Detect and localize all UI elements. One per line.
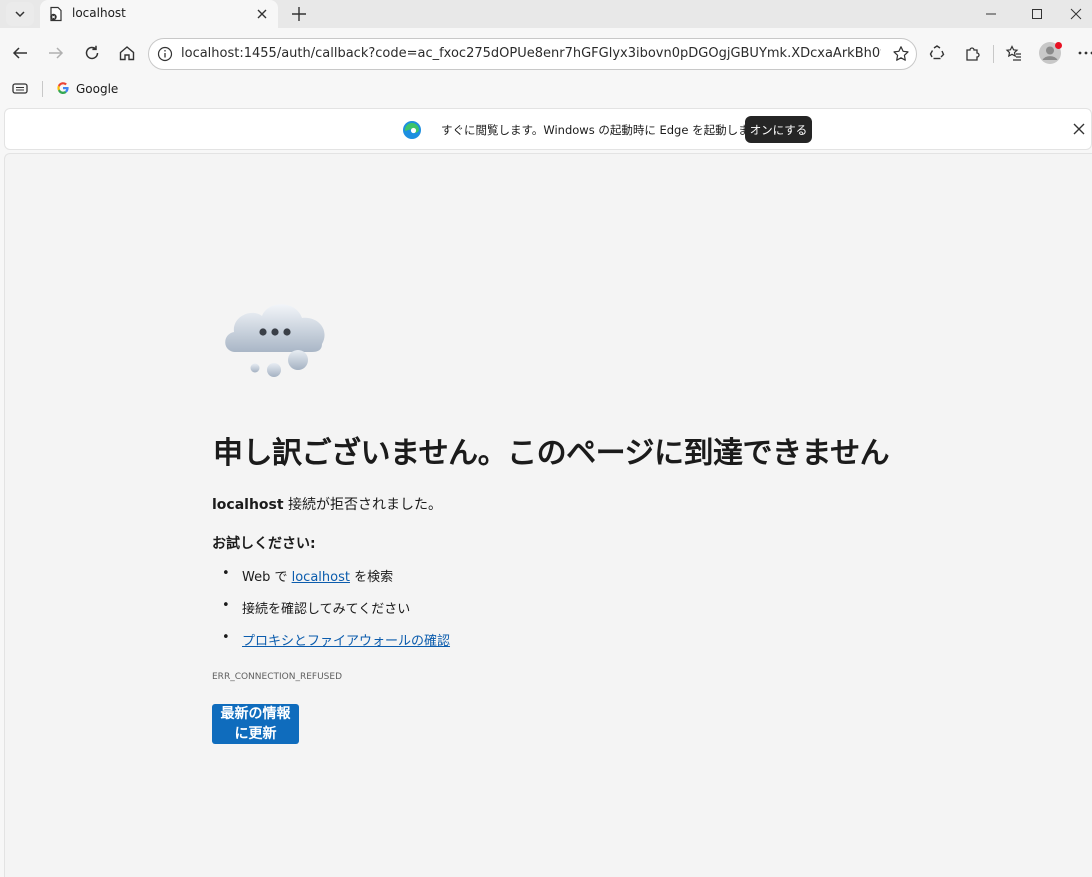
tab-active[interactable]: localhost (40, 0, 278, 28)
home-icon[interactable] (113, 39, 141, 67)
infobar-close-icon[interactable] (1071, 121, 1087, 137)
tab-actions-chevron-icon[interactable] (6, 2, 34, 26)
maximize-icon[interactable] (1014, 0, 1060, 28)
error-description: localhost 接続が拒否されました。 (212, 494, 442, 514)
check-connection-text: 接続を確認してみてください (242, 602, 411, 617)
tab-title: localhost (72, 6, 126, 20)
try-heading: お試しください: (212, 536, 316, 552)
favorites-collection-icon[interactable] (1000, 39, 1028, 67)
toolbar-separator (993, 45, 994, 63)
error-heading: 申し訳ございません。このページに到達できません (213, 436, 890, 471)
edge-logo-icon (402, 120, 422, 140)
page-error-favicon-icon (48, 6, 64, 22)
favorites-bar: Google (0, 78, 1092, 100)
browser-toolbar: localhost:1455/auth/callback?code=ac_fxo… (0, 28, 1092, 78)
close-tab-icon[interactable] (254, 6, 270, 22)
proxy-firewall-link[interactable]: プロキシとファイアウォールの確認 (242, 630, 450, 649)
error-host-message: 接続が拒否されました。 (283, 497, 443, 513)
edge-startup-infobar: すぐに閲覧します。Windows の起動時に Edge を起動します。 オンにす… (4, 108, 1092, 150)
infobar-message: すぐに閲覧します。Windows の起動時に Edge を起動します。 (441, 123, 772, 137)
tab-strip: localhost (0, 0, 1092, 28)
google-g-icon (56, 81, 70, 98)
site-info-icon[interactable] (157, 46, 173, 62)
address-bar[interactable]: localhost:1455/auth/callback?code=ac_fxo… (148, 38, 917, 70)
turn-on-button[interactable]: オンにする (745, 116, 812, 143)
window-close-icon[interactable] (1060, 0, 1092, 28)
address-url-text[interactable]: localhost:1455/auth/callback?code=ac_fxo… (181, 46, 881, 61)
forward-arrow-icon[interactable] (42, 39, 70, 67)
refresh-button[interactable]: 最新の情報に更新 (212, 704, 299, 744)
page-content (4, 153, 1092, 877)
cloud-error-icon (218, 294, 330, 380)
favorite-star-icon[interactable] (892, 45, 910, 63)
error-host: localhost (212, 497, 284, 513)
more-options-icon[interactable] (1072, 39, 1092, 67)
extensions-icon[interactable] (959, 39, 987, 67)
new-tab-plus-icon[interactable] (288, 4, 310, 24)
refresh-icon[interactable] (78, 39, 106, 67)
favorite-google-label: Google (76, 82, 119, 96)
back-arrow-icon[interactable] (6, 39, 34, 67)
minimize-icon[interactable] (968, 0, 1014, 28)
workspaces-icon[interactable] (11, 81, 29, 97)
favorite-google[interactable]: Google (56, 79, 118, 99)
suggestion-suffix: を検索 (349, 570, 394, 585)
suggestion-prefix: Web で (242, 570, 292, 585)
error-code: ERR_CONNECTION_REFUSED (212, 672, 342, 682)
search-localhost-link[interactable]: localhost (292, 570, 350, 585)
recycle-icon[interactable] (923, 39, 951, 67)
profile-notification-dot (1055, 42, 1062, 49)
favorites-separator (42, 81, 43, 97)
